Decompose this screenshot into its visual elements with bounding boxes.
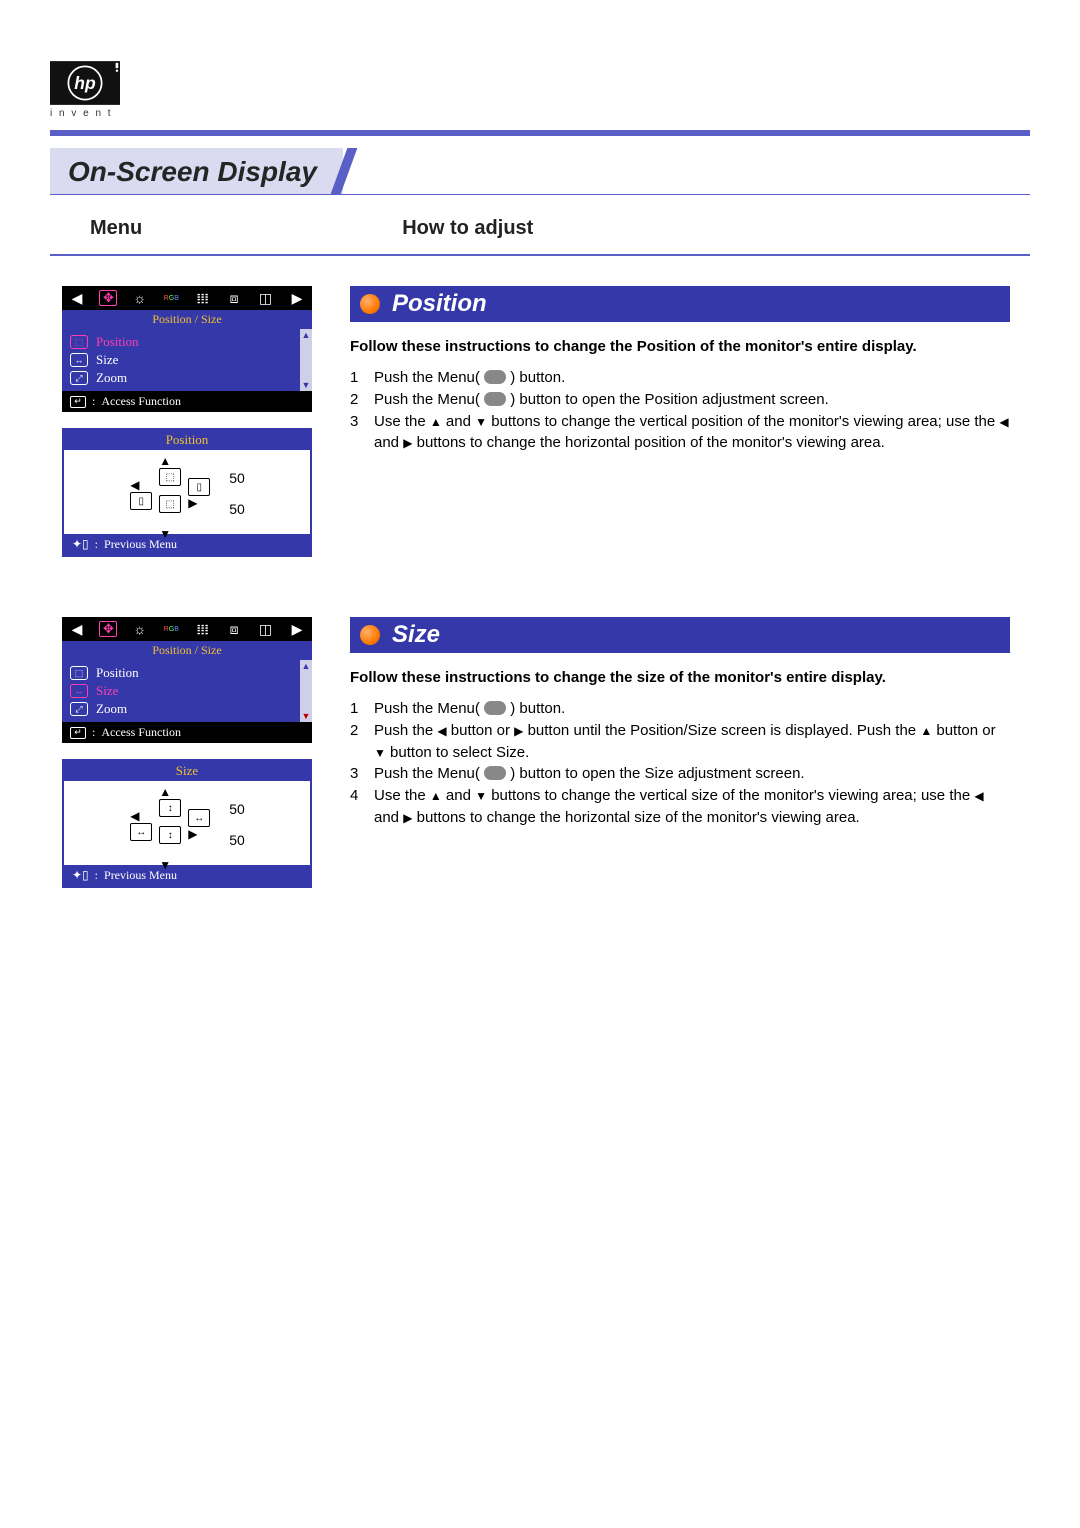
arrow-left-icon: ◀: [68, 290, 86, 306]
up-tri-icon: ▲: [920, 723, 932, 740]
osd-item-zoom: ⤢Zoom: [70, 700, 292, 718]
osd-scrollbar: ▲▼: [300, 660, 312, 722]
position-intro: Follow these instructions to change the …: [350, 336, 1010, 357]
heading-position: Position: [392, 290, 487, 318]
menu-button-icon: [484, 392, 506, 406]
subhead-menu: Menu: [90, 217, 142, 240]
arrow-right-icon: ↔▶: [188, 809, 210, 841]
arrow-left-icon: ◀↔: [130, 809, 152, 841]
menu-button-icon: [484, 766, 506, 780]
screen1-icon: ⧈: [225, 290, 243, 306]
bars-icon: 𝍖: [194, 290, 212, 306]
position-icon: ⬚: [70, 335, 88, 349]
up-tri-icon: ▲: [430, 788, 442, 805]
arrow-right-icon: ▶: [288, 621, 306, 637]
screen2-icon: ◫: [257, 621, 275, 637]
subhead-how: How to adjust: [402, 217, 533, 240]
down-tri-icon: ▼: [475, 414, 487, 431]
header-bar: [50, 130, 1030, 136]
move-icon: [99, 621, 117, 637]
down-tri-icon: ▼: [475, 788, 487, 805]
section-size: ◀ RGB 𝍖 ⧈ ◫ ▶ Position / Size ⬚Position …: [50, 617, 1030, 888]
hp-logo: hp i n v e n t: [50, 60, 120, 120]
arrow-down-icon: ⬚▼: [159, 495, 181, 541]
bullet-icon: [360, 294, 380, 314]
heading-size: Size: [392, 621, 440, 649]
zoom-icon: ⤢: [70, 371, 88, 385]
screen1-icon: ⧈: [225, 621, 243, 637]
title-band: On-Screen Display: [50, 148, 1030, 194]
screen2-icon: ◫: [257, 290, 275, 306]
left-tri-icon: ◀: [437, 723, 446, 740]
adj-panel-size: Size ▲↕ ◀↔↔▶ ↕▼ 50 50 ✦▯:Previous Menu: [62, 759, 312, 888]
adj-panel-position: Position ▲⬚ ◀▯▯▶ ⬚▼ 50 50 ✦▯:Previous Me…: [62, 428, 312, 557]
logo-subtext: i n v e n t: [50, 108, 120, 119]
zoom-icon: ⤢: [70, 702, 88, 716]
arrow-left-icon: ◀▯: [130, 478, 152, 510]
up-tri-icon: ▲: [430, 414, 442, 431]
arrow-up-icon: ▲⬚: [159, 454, 181, 486]
enter-icon: ↵: [70, 727, 86, 739]
down-tri-icon: ▼: [374, 745, 386, 762]
left-tri-icon: ◀: [974, 788, 983, 805]
rgb-icon: RGB: [162, 621, 180, 637]
size-icon: ↔: [70, 684, 88, 698]
arrow-up-icon: ▲↕: [159, 785, 181, 817]
exit-icon: ✦▯: [72, 868, 89, 883]
move-icon: [99, 290, 117, 306]
value-h: 50: [229, 794, 245, 825]
value-v: 50: [229, 494, 245, 525]
page-title: On-Screen Display: [68, 156, 317, 188]
osd-item-zoom: ⤢Zoom: [70, 369, 292, 387]
osd-menu-position: ◀ RGB 𝍖 ⧈ ◫ ▶ Position / Size ⬚Position …: [62, 286, 312, 412]
adj-title: Size: [64, 761, 310, 781]
arrow-right-icon: ▯▶: [188, 478, 210, 510]
menu-button-icon: [484, 370, 506, 384]
position-steps: 1Push the Menu( ) button. 2Push the Menu…: [350, 367, 1010, 454]
osd-scrollbar: ▲▼: [300, 329, 312, 391]
value-v: 50: [229, 825, 245, 856]
rgb-icon: RGB: [162, 290, 180, 306]
arrow-right-icon: ▶: [288, 290, 306, 306]
osd-item-position: ⬚Position: [70, 664, 292, 682]
section-position: ◀ RGB 𝍖 ⧈ ◫ ▶ Position / Size ⬚Position …: [50, 286, 1030, 557]
osd-item-size: ↔Size: [70, 682, 292, 700]
arrow-down-icon: ↕▼: [159, 826, 181, 872]
exit-icon: ✦▯: [72, 537, 89, 552]
osd-item-size: ↔Size: [70, 351, 292, 369]
menu-button-icon: [484, 701, 506, 715]
osd-item-position: ⬚Position: [70, 333, 292, 351]
position-icon: ⬚: [70, 666, 88, 680]
arrow-left-icon: ◀: [68, 621, 86, 637]
size-steps: 1Push the Menu( ) button. 2Push the ◀ bu…: [350, 698, 1010, 829]
osd-subtitle: Position / Size: [62, 310, 312, 329]
enter-icon: ↵: [70, 396, 86, 408]
brightness-icon: [131, 621, 149, 637]
bars-icon: 𝍖: [194, 621, 212, 637]
size-icon: ↔: [70, 353, 88, 367]
brightness-icon: [131, 290, 149, 306]
size-intro: Follow these instructions to change the …: [350, 667, 1010, 688]
value-h: 50: [229, 463, 245, 494]
bullet-icon: [360, 625, 380, 645]
osd-menu-size: ◀ RGB 𝍖 ⧈ ◫ ▶ Position / Size ⬚Position …: [62, 617, 312, 743]
adj-title: Position: [64, 430, 310, 450]
osd-subtitle: Position / Size: [62, 641, 312, 660]
left-tri-icon: ◀: [999, 414, 1008, 431]
svg-text:hp: hp: [74, 73, 96, 93]
